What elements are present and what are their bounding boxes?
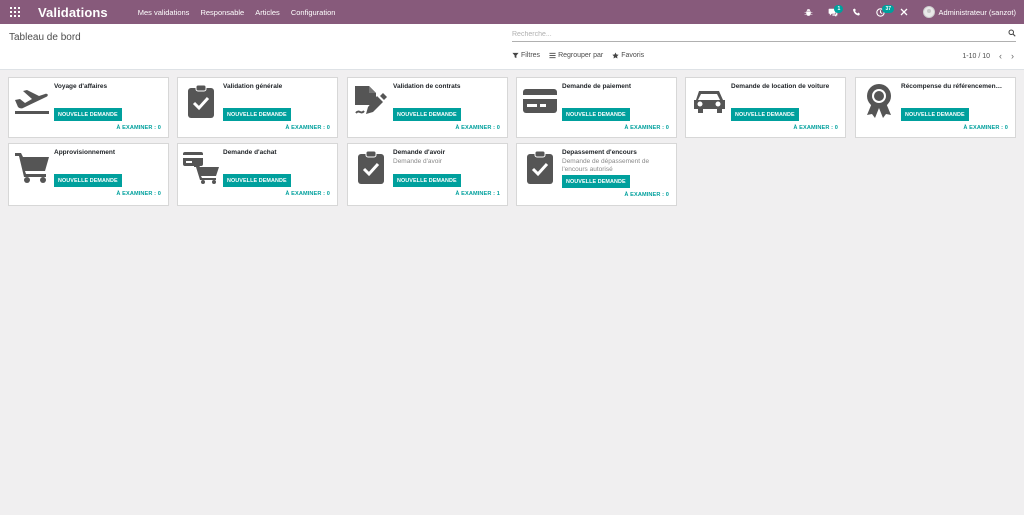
approval-card: Approvisionnement NOUVELLE DEMANDE À EXA… [8,143,169,206]
to-review-link[interactable]: À EXAMINER : 0 [116,191,161,197]
pager-previous-icon[interactable]: ‹ [999,51,1002,61]
group-by-button[interactable]: Regrouper par [549,52,603,59]
approval-card: Validation générale NOUVELLE DEMANDE À E… [177,77,338,138]
menu-item-my-validations[interactable]: Mes validations [138,8,190,17]
pager: 1-10 / 10 ‹ › [962,51,1014,61]
messages-count-badge: 1 [834,5,844,13]
new-request-button[interactable]: NOUVELLE DEMANDE [562,175,630,188]
clipboard-check-icon [182,82,220,120]
search-icon[interactable] [1008,29,1016,37]
approval-card: Demande d'avoir Demande d'avoir NOUVELLE… [347,143,508,206]
favorites-label: Favoris [621,52,645,59]
app-brand[interactable]: Validations [38,5,108,20]
pager-next-icon[interactable]: › [1011,51,1014,61]
new-request-button[interactable]: NOUVELLE DEMANDE [731,108,799,121]
messages-button[interactable]: 1 [828,0,844,24]
search-input[interactable] [512,31,992,38]
card-title: Depassement d'encours [562,149,637,156]
approval-card: Validation de contrats NOUVELLE DEMANDE … [347,77,508,138]
card-title: Voyage d'affaires [54,83,108,90]
new-request-button[interactable]: NOUVELLE DEMANDE [901,108,969,121]
pager-value[interactable]: 1-10 / 10 [962,53,990,60]
filter-icon [512,52,519,59]
approval-card: Voyage d'affaires NOUVELLE DEMANDE À EXA… [8,77,169,138]
car-icon [690,82,728,120]
new-request-button[interactable]: NOUVELLE DEMANDE [393,174,461,187]
bars-icon [549,52,556,59]
filters-button[interactable]: Filtres [512,52,540,59]
approval-card: Depassement d'encours Demande de dépasse… [516,143,677,206]
approval-card: Demande de paiement NOUVELLE DEMANDE À E… [516,77,677,138]
award-icon [860,82,898,120]
new-request-button[interactable]: NOUVELLE DEMANDE [54,108,122,121]
menu-item-configuration[interactable]: Configuration [291,8,336,17]
top-navbar: Validations Mes validations Responsable … [0,0,1024,24]
shopping-cart-icon [13,148,51,186]
to-review-link[interactable]: À EXAMINER : 0 [963,125,1008,131]
new-request-button[interactable]: NOUVELLE DEMANDE [223,108,291,121]
new-request-button[interactable]: NOUVELLE DEMANDE [54,174,122,187]
file-signature-icon [352,82,390,120]
cart-card-icon [182,148,220,186]
clipboard-check-icon [352,148,390,186]
menu-item-responsible[interactable]: Responsable [200,8,244,17]
favorites-button[interactable]: Favoris [612,52,644,59]
to-review-link[interactable]: À EXAMINER : 0 [285,125,330,131]
activities-button[interactable]: 37 [876,0,895,24]
new-request-button[interactable]: NOUVELLE DEMANDE [393,108,461,121]
user-menu[interactable]: Administrateur (sanzot) [923,6,1016,18]
search-bar [512,29,1016,42]
search-options: Filtres Regrouper par Favoris [512,52,644,59]
card-title: Demande de location de voiture [731,83,830,90]
to-review-link[interactable]: À EXAMINER : 0 [285,191,330,197]
control-panel: Tableau de bord Filtres Regrouper par Fa… [0,24,1024,70]
to-review-link[interactable]: À EXAMINER : 0 [455,125,500,131]
new-request-button[interactable]: NOUVELLE DEMANDE [223,174,291,187]
tools-icon[interactable] [900,0,908,24]
card-title: Demande de paiement [562,83,631,90]
breadcrumb: Tableau de bord [9,32,81,43]
systray: 1 37 Administrateur (sanzot) [804,0,1024,24]
card-title: Demande d'avoir [393,149,446,156]
group-by-label: Regrouper par [558,52,604,59]
bug-icon[interactable] [804,0,813,24]
card-title: Demande d'achat [223,149,277,156]
card-description: Demande d'avoir [393,158,442,165]
approval-card: Récompense du référencemen… NOUVELLE DEM… [855,77,1016,138]
main-menu: Mes validations Responsable Articles Con… [138,8,336,17]
credit-card-icon [521,82,559,120]
to-review-link[interactable]: À EXAMINER : 0 [624,192,669,198]
activities-count-badge: 37 [882,5,895,13]
to-review-link[interactable]: À EXAMINER : 0 [116,125,161,131]
filters-label: Filtres [521,52,541,59]
menu-item-articles[interactable]: Articles [255,8,280,17]
plane-departure-icon [13,82,51,120]
to-review-link[interactable]: À EXAMINER : 0 [624,125,669,131]
apps-grid-icon [10,7,20,17]
approval-card: Demande de location de voiture NOUVELLE … [685,77,846,138]
apps-menu-button[interactable] [2,0,28,24]
card-title: Validation générale [223,83,283,90]
star-icon [612,52,619,59]
approval-card: Demande d'achat NOUVELLE DEMANDE À EXAMI… [177,143,338,206]
card-title: Validation de contrats [393,83,461,90]
card-title: Récompense du référencemen… [901,83,1003,90]
new-request-button[interactable]: NOUVELLE DEMANDE [562,108,630,121]
to-review-link[interactable]: À EXAMINER : 0 [793,125,838,131]
card-title: Approvisionnement [54,149,116,156]
avatar [923,6,936,18]
clipboard-check-icon [521,148,559,186]
phone-icon[interactable] [853,0,861,24]
card-description: Demande de dépassement de l'encours auto… [562,158,650,173]
user-name: Administrateur (sanzot) [938,7,1016,17]
to-review-link[interactable]: À EXAMINER : 1 [455,191,500,197]
